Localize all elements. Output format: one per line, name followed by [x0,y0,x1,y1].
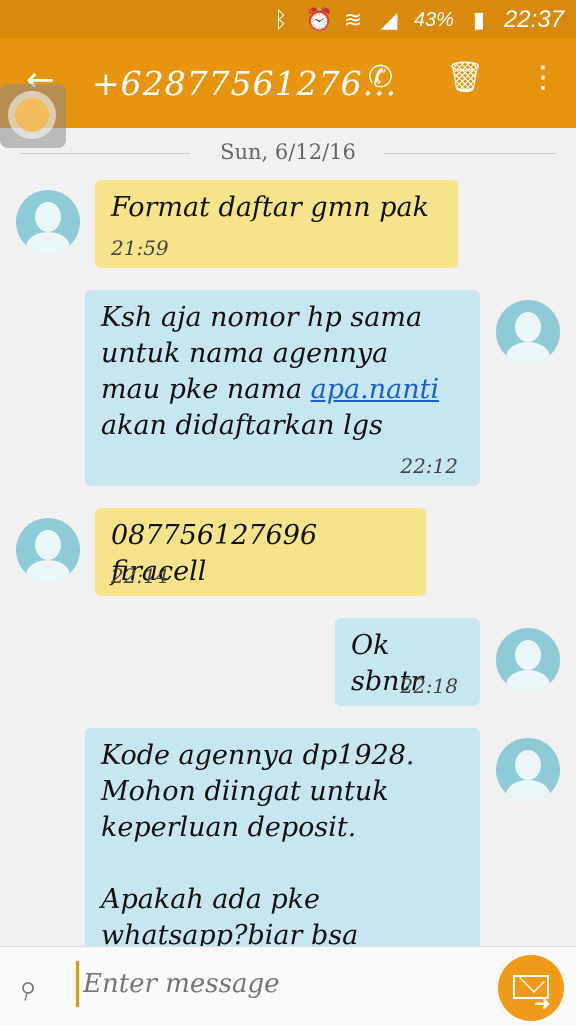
conversation-header: ← +62877561276... ✆ 🗑 ⋮ [0,38,576,128]
message-time: 22:18 [400,674,458,698]
alarm-icon: ⏰ [305,7,334,32]
message-bubble-outgoing[interactable]: Ksh aja nomor hp sama untuk nama agennya… [85,290,480,486]
signal-icon: ◢ [380,7,398,32]
message-bubble-incoming[interactable]: Format daftar gmn pak 21:59 [95,180,458,268]
battery-percent: 43% [413,8,454,31]
floating-assistive-ball[interactable] [0,84,66,148]
contact-avatar[interactable] [16,190,80,254]
date-divider: Sun, 6/12/16 [0,140,576,168]
battery-icon: ▮ [472,7,485,32]
message-input[interactable] [76,961,485,1007]
message-time: 21:59 [111,236,169,260]
send-button[interactable]: ➜ [498,955,564,1021]
contact-number[interactable]: +62877561276... [92,64,397,103]
send-arrow-icon: ➜ [534,991,551,1015]
my-avatar[interactable] [496,738,560,802]
clock: 22:37 [503,6,564,33]
attach-icon[interactable]: ⌕ [9,965,45,1009]
wifi-icon: ≋ [343,7,363,32]
message-link[interactable]: apa.nanti [311,374,439,405]
my-avatar[interactable] [496,300,560,364]
message-text: Ksh aja nomor hp sama untuk nama agennya… [101,302,440,441]
delete-icon[interactable]: 🗑 [446,60,484,95]
message-bubble-incoming[interactable]: 087756127696 firacell 22:14 [95,508,426,596]
bluetooth-icon: ᛒ [274,7,288,32]
message-bubble-outgoing[interactable]: Ok sbntr 22:18 [335,618,480,706]
status-bar: ᛒ ⏰ ≋ ◢ 43% ▮ 22:37 [0,0,576,38]
message-text: Format daftar gmn pak [111,192,429,223]
more-options-icon[interactable]: ⋮ [528,60,558,95]
my-avatar[interactable] [496,628,560,692]
message-composer: ⌕ ➜ [0,946,576,1025]
call-icon[interactable]: ✆ [368,60,393,95]
date-label: Sun, 6/12/16 [210,140,366,164]
contact-avatar[interactable] [16,518,80,582]
message-time: 22:12 [400,454,458,478]
message-time: 22:14 [111,564,169,588]
